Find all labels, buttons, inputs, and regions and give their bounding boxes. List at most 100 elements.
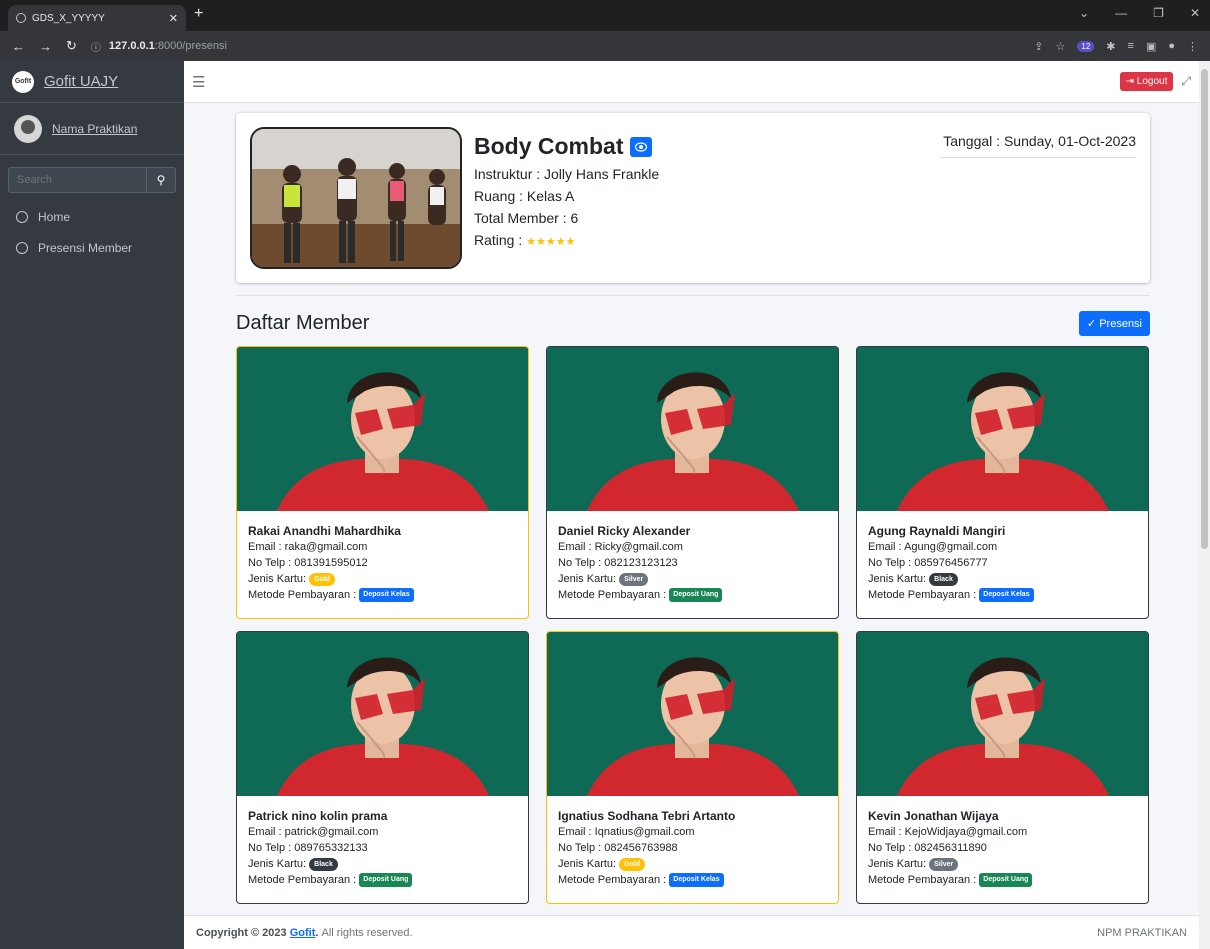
member-email: Email : Ricky@gmail.com xyxy=(558,541,683,553)
card-type-label: Jenis Kartu: xyxy=(558,858,617,870)
copyright-text: Copyright © 2023 xyxy=(196,926,287,939)
member-email: Email : Agung@gmail.com xyxy=(868,541,998,553)
member-payment: Metode Pembayaran : Deposit Kelas xyxy=(558,872,827,888)
tab-close-icon[interactable]: ✕ xyxy=(169,12,178,25)
menu-dots-icon[interactable]: ⋮ xyxy=(1187,40,1198,53)
card-type-label: Jenis Kartu: xyxy=(248,858,307,870)
page-scrollbar[interactable] xyxy=(1199,61,1210,949)
card-type-badge: Black xyxy=(929,572,958,586)
logout-button[interactable]: ⇥ Logout xyxy=(1119,72,1174,91)
rating-stars-icon: ★★★★★ xyxy=(526,236,576,248)
card-type-badge: Gold xyxy=(619,857,646,871)
payment-label: Metode Pembayaran : xyxy=(248,874,357,886)
member-photo xyxy=(857,347,1148,511)
top-navbar: ☰ ⇥ Logout ⤢ xyxy=(184,61,1199,103)
class-rating: Rating : ★★★★★ xyxy=(474,232,659,248)
sidebar-item-presensi-member[interactable]: Presensi Member xyxy=(0,232,184,263)
brand[interactable]: GofIt Gofit UAJY xyxy=(0,61,184,103)
url-input[interactable]: ⓘ 127.0.0.1 :8000/presensi xyxy=(91,35,227,57)
user-name-link[interactable]: Nama Praktikan xyxy=(52,122,137,136)
new-tab-icon[interactable]: + xyxy=(194,5,203,23)
sidepanel-icon[interactable]: ▣ xyxy=(1146,40,1156,53)
sidebar: GofIt Gofit UAJY Nama Praktikan ⚲ Home P… xyxy=(0,61,184,949)
close-icon[interactable]: ✕ xyxy=(1190,6,1200,20)
member-email: Email : raka@gmail.com xyxy=(248,541,368,553)
member-card: Patrick nino kolin prama Email : patrick@… xyxy=(236,631,529,904)
member-payment: Metode Pembayaran : Deposit Uang xyxy=(868,872,1137,888)
hamburger-menu-icon[interactable]: ☰ xyxy=(192,73,205,91)
class-title: Body Combat xyxy=(474,133,659,160)
class-image xyxy=(250,127,462,269)
url-path: :8000/presensi xyxy=(154,40,227,52)
card-type-badge: Silver xyxy=(619,572,649,586)
card-type-label: Jenis Kartu: xyxy=(868,858,927,870)
profile-icon[interactable]: ● xyxy=(1168,40,1175,52)
reload-icon[interactable]: ↻ xyxy=(66,38,77,54)
member-card-type: Jenis Kartu: Gold xyxy=(248,571,517,587)
search-input[interactable] xyxy=(8,167,146,193)
member-name: Patrick nino kolin prama xyxy=(248,809,388,823)
sidebar-search: ⚲ xyxy=(8,167,176,193)
payment-badge: Deposit Kelas xyxy=(359,588,414,603)
member-phone: No Telp : 085976456777 xyxy=(868,557,988,569)
scrollbar-thumb[interactable] xyxy=(1201,69,1208,549)
brand-link[interactable]: Gofit UAJY xyxy=(44,73,118,90)
content-wrapper: Body Combat Instruktur : Jolly Hans Fran… xyxy=(236,113,1150,904)
member-card-type: Jenis Kartu: Silver xyxy=(868,856,1137,872)
member-section-header: Daftar Member ✓ Presensi xyxy=(236,308,1150,338)
footer-npm: NPM PRAKTIKAN xyxy=(1097,926,1187,939)
browser-tab[interactable]: GDS_X_YYYYY ✕ xyxy=(8,5,186,31)
minimize-icon[interactable]: — xyxy=(1115,6,1127,20)
member-photo xyxy=(237,347,528,511)
circle-icon xyxy=(16,241,28,254)
member-email: Email : Iqnatius@gmail.com xyxy=(558,826,695,838)
class-date: Tanggal : Sunday, 01-Oct-2023 xyxy=(940,133,1136,158)
card-type-label: Jenis Kartu: xyxy=(558,573,617,585)
member-photo xyxy=(237,632,528,796)
member-card: Kevin Jonathan Wijaya Email : KejoWidjaya… xyxy=(856,631,1149,904)
info-icon[interactable]: ⓘ xyxy=(91,39,101,54)
avatar xyxy=(14,114,42,143)
class-card: Body Combat Instruktur : Jolly Hans Fran… xyxy=(236,113,1150,283)
reading-list-icon[interactable]: ≡ xyxy=(1128,40,1134,52)
member-section-title: Daftar Member xyxy=(236,311,370,334)
member-card-type: Jenis Kartu: Black xyxy=(868,571,1137,587)
presensi-button[interactable]: ✓ Presensi xyxy=(1078,310,1150,336)
class-room: Ruang : Kelas A xyxy=(474,188,575,204)
payment-badge: Deposit Kelas xyxy=(979,588,1034,603)
fullscreen-icon[interactable]: ⤢ xyxy=(1181,74,1191,89)
restore-icon[interactable]: ❐ xyxy=(1153,6,1164,20)
bookmark-star-icon[interactable]: ☆ xyxy=(1056,40,1066,53)
sidebar-item-home[interactable]: Home xyxy=(0,201,184,232)
member-payment: Metode Pembayaran : Deposit Kelas xyxy=(868,587,1137,603)
member-payment: Metode Pembayaran : Deposit Uang xyxy=(558,587,827,603)
member-info: Patrick nino kolin prama Email : patrick@… xyxy=(237,796,528,900)
payment-label: Metode Pembayaran : xyxy=(248,589,357,601)
user-panel: Nama Praktikan xyxy=(0,103,184,155)
eye-icon[interactable] xyxy=(629,136,652,157)
payment-label: Metode Pembayaran : xyxy=(868,589,977,601)
brand-logo: GofIt xyxy=(12,70,34,93)
logout-icon: ⇥ xyxy=(1125,76,1135,87)
class-total-member: Total Member : 6 xyxy=(474,210,579,226)
card-type-label: Jenis Kartu: xyxy=(868,573,927,585)
address-bar: ← → ↻ ⓘ 127.0.0.1 :8000/presensi ⇪ ☆ 12 … xyxy=(0,31,1210,61)
chevron-down-icon[interactable]: ⌄ xyxy=(1079,6,1089,20)
forward-icon[interactable]: → xyxy=(39,39,52,54)
back-icon[interactable]: ← xyxy=(12,39,25,54)
card-type-label: Jenis Kartu: xyxy=(248,573,307,585)
member-card: Agung Raynaldi Mangiri Email : Agung@gmai… xyxy=(856,346,1149,619)
member-name: Daniel Ricky Alexander xyxy=(558,524,691,538)
circle-icon xyxy=(16,210,28,223)
extension-badge-icon[interactable]: 12 xyxy=(1077,40,1095,52)
member-phone: No Telp : 081391595012 xyxy=(248,557,368,569)
member-phone: No Telp : 082456763988 xyxy=(558,842,678,854)
member-info: Kevin Jonathan Wijaya Email : KejoWidjaya… xyxy=(857,796,1148,900)
search-button[interactable]: ⚲ xyxy=(146,167,176,193)
footer-brand-link[interactable]: Gofit xyxy=(290,927,316,939)
member-card: Rakai Anandhi Mahardhika Email : raka@gma… xyxy=(236,346,529,619)
member-photo xyxy=(547,347,838,511)
member-name: Ignatius Sodhana Tebri Artanto xyxy=(558,809,736,823)
share-icon[interactable]: ⇪ xyxy=(1034,40,1043,53)
puzzle-icon[interactable]: ✱ xyxy=(1106,40,1115,53)
